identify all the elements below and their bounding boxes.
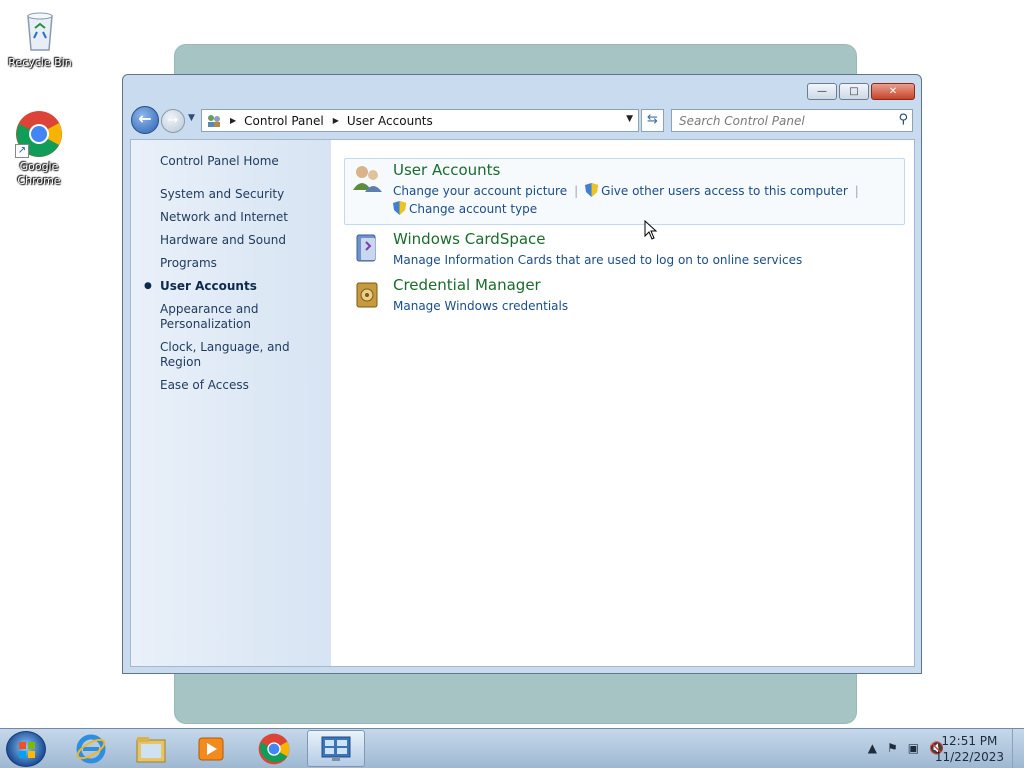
control-panel-window[interactable]: — □ ✕ ← → ▼ ▶ Control Panel ▶ User Accou… [122, 74, 922, 674]
show-hidden-icons-icon[interactable]: ▲ [868, 741, 877, 755]
system-tray: ▲ ⚑ ▣ 🔇 [868, 741, 944, 755]
desktop-icon-label: Recycle Bin [8, 56, 72, 69]
navigation-bar: ← → ▼ ▶ Control Panel ▶ User Accounts ▼ … [131, 106, 913, 134]
sidebar-item-system-and-security[interactable]: System and Security [160, 187, 320, 202]
breadcrumb-arrow-icon[interactable]: ▶ [333, 116, 339, 125]
sidebar-item-appearance-and-personalization[interactable]: Appearance and Personalization [160, 302, 320, 332]
chrome-icon: ↗ [15, 110, 63, 158]
show-desktop-button[interactable] [1012, 729, 1024, 768]
taskbar-control-panel[interactable] [307, 730, 365, 767]
search-input[interactable]: Search Control Panel ⚲ [671, 109, 913, 132]
taskbar: ▲ ⚑ ▣ 🔇 12:51 PM 11/22/2023 [0, 728, 1024, 768]
sidebar-item-user-accounts[interactable]: User Accounts [144, 279, 320, 294]
taskbar-file-explorer[interactable] [122, 730, 180, 767]
maximize-button[interactable]: □ [839, 83, 869, 100]
uac-shield-icon [393, 201, 406, 215]
desktop-icon-recycle-bin[interactable]: Recycle Bin [2, 6, 78, 70]
sidebar-item-programs[interactable]: Programs [160, 256, 320, 271]
sidebar-item-clock-language-region[interactable]: Clock, Language, and Region [160, 340, 320, 370]
sidebar: Control Panel Home System and Security N… [131, 140, 331, 666]
refresh-button[interactable]: ⇆ [641, 109, 664, 132]
link-change-account-type[interactable]: Change account type [409, 202, 537, 216]
internet-explorer-icon [76, 734, 106, 763]
sidebar-item-control-panel-home[interactable]: Control Panel Home [160, 154, 331, 168]
folder-icon [136, 736, 166, 762]
sidebar-item-ease-of-access[interactable]: Ease of Access [160, 378, 320, 393]
uac-shield-icon [585, 183, 599, 197]
main-panel: User Accounts Change your account pictur… [344, 158, 905, 327]
link-manage-information-cards[interactable]: Manage Information Cards that are used t… [393, 253, 802, 267]
cardspace-icon [356, 234, 376, 262]
clock[interactable]: 12:51 PM 11/22/2023 [935, 733, 1004, 765]
forward-button[interactable]: → [161, 109, 185, 133]
group-credential-manager: Credential Manager Manage Windows creden… [345, 275, 905, 327]
control-panel-icon [208, 114, 220, 127]
breadcrumb-arrow-icon[interactable]: ▶ [230, 116, 236, 125]
content-area: Control Panel Home System and Security N… [130, 139, 915, 667]
group-title-credential-manager[interactable]: Credential Manager [393, 276, 905, 294]
close-button[interactable]: ✕ [871, 83, 915, 100]
breadcrumb-control-panel[interactable]: Control Panel [244, 114, 324, 128]
sidebar-item-hardware-and-sound[interactable]: Hardware and Sound [160, 233, 320, 248]
sidebar-item-network-and-internet[interactable]: Network and Internet [160, 210, 320, 225]
desktop-icon-google-chrome[interactable]: ↗ Google Chrome [1, 110, 77, 188]
start-button[interactable] [6, 731, 46, 767]
user-accounts-icon [353, 166, 382, 192]
control-panel-icon [321, 736, 351, 761]
credential-manager-icon [356, 282, 378, 308]
group-title-user-accounts[interactable]: User Accounts [393, 161, 904, 179]
action-center-flag-icon[interactable]: ⚑ [887, 741, 898, 755]
search-placeholder: Search Control Panel [679, 114, 805, 128]
search-icon[interactable]: ⚲ [898, 112, 908, 127]
media-player-icon [198, 737, 224, 760]
taskbar-chrome[interactable] [245, 730, 303, 767]
group-windows-cardspace: Windows CardSpace Manage Information Car… [345, 229, 905, 281]
recycle-bin-icon [16, 6, 64, 54]
shortcut-arrow-icon: ↗ [15, 144, 29, 158]
clock-time: 12:51 PM [941, 734, 998, 748]
window-controls: — □ ✕ [807, 83, 915, 100]
windows-logo-icon [19, 742, 35, 758]
minimize-button[interactable]: — [807, 83, 837, 100]
chrome-icon [258, 733, 290, 764]
back-button[interactable]: ← [131, 106, 159, 134]
breadcrumb-user-accounts[interactable]: User Accounts [347, 114, 433, 128]
desktop-icon-label: Google Chrome [17, 160, 61, 187]
mouse-cursor-icon [644, 220, 658, 240]
group-user-accounts: User Accounts Change your account pictur… [344, 158, 905, 225]
link-change-account-picture[interactable]: Change your account picture [393, 184, 567, 198]
link-manage-windows-credentials[interactable]: Manage Windows credentials [393, 299, 568, 313]
recent-pages-dropdown[interactable]: ▼ [188, 113, 195, 123]
link-give-other-users-access[interactable]: Give other users access to this computer [601, 184, 848, 198]
address-bar[interactable]: ▶ Control Panel ▶ User Accounts ▼ [201, 109, 639, 132]
network-icon[interactable]: ▣ [908, 741, 919, 755]
taskbar-media-player[interactable] [182, 730, 240, 767]
taskbar-internet-explorer[interactable] [62, 730, 120, 767]
address-dropdown-icon[interactable]: ▼ [626, 114, 633, 124]
clock-date: 11/22/2023 [934, 750, 1004, 764]
